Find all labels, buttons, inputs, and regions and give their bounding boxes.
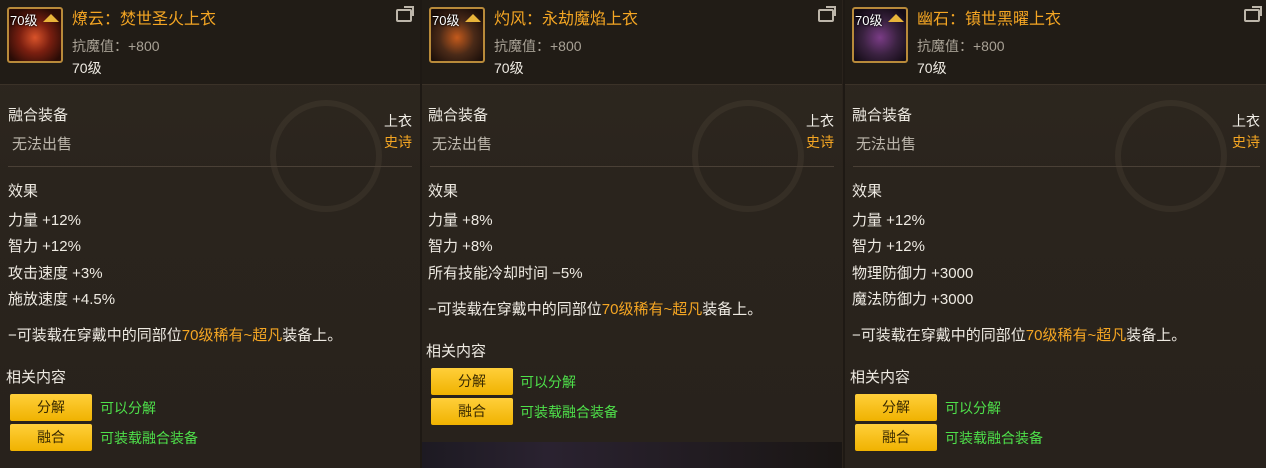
effect-header: 效果 <box>852 183 883 200</box>
note-text: 装备上。 <box>282 327 343 344</box>
stat-line: 攻击速度 +3% <box>8 265 103 282</box>
cannot-sell-text: 无法出售 <box>12 136 73 153</box>
slot-label: 上衣 <box>384 113 412 129</box>
tooltip-header: 70级 幽石：镇世黑曜上衣 抗魔值：+800 70级 <box>845 0 1266 85</box>
note-text: 装备上。 <box>702 301 763 318</box>
level-badge: 70级 <box>10 13 38 28</box>
tooltip-header: 70级 灼风：永劫魔焰上衣 抗魔值：+800 70级 <box>422 0 842 85</box>
disassemble-status: 可以分解 <box>100 400 156 416</box>
stat-line: 所有技能冷却时间 −5% <box>428 265 583 282</box>
stat-line: 物理防御力 +3000 <box>852 265 974 282</box>
item-icon[interactable]: 70级 <box>852 7 908 63</box>
item-level: 70级 <box>72 60 102 76</box>
stat-line: 力量 +12% <box>852 212 925 229</box>
fusion-header: 融合装备 <box>852 107 913 124</box>
crown-icon <box>888 14 904 22</box>
stat-line: 智力 +12% <box>852 238 925 255</box>
grade-label: 史诗 <box>1232 134 1260 150</box>
level-badge: 70级 <box>855 13 883 28</box>
resist-value: 抗魔值：+800 <box>917 38 1005 54</box>
note-highlight: 70级稀有~超凡 <box>1025 327 1127 344</box>
fuse-status: 可装载融合装备 <box>520 404 618 420</box>
resist-value: 抗魔值：+800 <box>494 38 582 54</box>
fuse-button[interactable]: 融合 <box>10 424 92 451</box>
background-emblem <box>692 100 804 212</box>
crown-icon <box>465 14 481 22</box>
cannot-sell-text: 无法出售 <box>432 136 493 153</box>
effect-header: 效果 <box>8 183 39 200</box>
tooltip-header: 70级 燎云：焚世圣火上衣 抗魔值：+800 70级 <box>0 0 420 85</box>
related-header: 相关内容 <box>850 369 911 386</box>
item-title: 燎云：焚世圣火上衣 <box>72 11 217 28</box>
note-text: −可装载在穿戴中的同部位 <box>8 327 182 344</box>
share-icon[interactable] <box>396 9 412 22</box>
stat-line: 智力 +12% <box>8 238 81 255</box>
level-badge: 70级 <box>432 13 460 28</box>
fuse-status: 可装载融合装备 <box>945 430 1043 446</box>
equip-note: −可装载在穿戴中的同部位70级稀有~超凡装备上。 <box>852 324 1186 345</box>
note-highlight: 70级稀有~超凡 <box>181 327 283 344</box>
divider <box>853 166 1260 167</box>
disassemble-button[interactable]: 分解 <box>10 394 92 421</box>
disassemble-button[interactable]: 分解 <box>431 368 513 395</box>
item-title: 幽石：镇世黑曜上衣 <box>917 11 1062 28</box>
item-title: 灼风：永劫魔焰上衣 <box>494 11 639 28</box>
disassemble-status: 可以分解 <box>945 400 1001 416</box>
effect-header: 效果 <box>428 183 459 200</box>
fusion-header: 融合装备 <box>8 107 69 124</box>
slot-label: 上衣 <box>806 113 834 129</box>
slot-label: 上衣 <box>1232 113 1260 129</box>
divider <box>430 166 834 167</box>
note-text: −可装载在穿戴中的同部位 <box>852 327 1026 344</box>
note-highlight: 70级稀有~超凡 <box>601 301 703 318</box>
share-icon[interactable] <box>1244 9 1260 22</box>
related-header: 相关内容 <box>6 369 67 386</box>
item-tooltip-panel: 70级 灼风：永劫魔焰上衣 抗魔值：+800 70级 融合装备 无法出售 上衣 … <box>420 0 842 468</box>
share-icon[interactable] <box>818 9 834 22</box>
stat-line: 力量 +12% <box>8 212 81 229</box>
item-level: 70级 <box>917 60 947 76</box>
background-strip <box>422 442 842 468</box>
note-text: −可装载在穿戴中的同部位 <box>428 301 602 318</box>
item-icon[interactable]: 70级 <box>7 7 63 63</box>
item-icon[interactable]: 70级 <box>429 7 485 63</box>
fuse-button[interactable]: 融合 <box>431 398 513 425</box>
crown-icon <box>43 14 59 22</box>
item-tooltip-panel: 70级 幽石：镇世黑曜上衣 抗魔值：+800 70级 融合装备 无法出售 上衣 … <box>843 0 1266 468</box>
fusion-header: 融合装备 <box>428 107 489 124</box>
cannot-sell-text: 无法出售 <box>856 136 917 153</box>
stat-line: 施放速度 +4.5% <box>8 291 116 308</box>
item-tooltip-panel: 70级 燎云：焚世圣火上衣 抗魔值：+800 70级 融合装备 无法出售 上衣 … <box>0 0 420 468</box>
background-emblem <box>1115 100 1227 212</box>
grade-label: 史诗 <box>806 134 834 150</box>
equip-note: −可装载在穿戴中的同部位70级稀有~超凡装备上。 <box>8 324 342 345</box>
background-emblem <box>270 100 382 212</box>
divider <box>8 166 412 167</box>
related-header: 相关内容 <box>426 343 487 360</box>
fuse-button[interactable]: 融合 <box>855 424 937 451</box>
stat-line: 智力 +8% <box>428 238 493 255</box>
disassemble-status: 可以分解 <box>520 374 576 390</box>
stat-line: 魔法防御力 +3000 <box>852 291 974 308</box>
note-text: 装备上。 <box>1126 327 1187 344</box>
disassemble-button[interactable]: 分解 <box>855 394 937 421</box>
grade-label: 史诗 <box>384 134 412 150</box>
item-level: 70级 <box>494 60 524 76</box>
fuse-status: 可装载融合装备 <box>100 430 198 446</box>
equip-note: −可装载在穿戴中的同部位70级稀有~超凡装备上。 <box>428 298 762 319</box>
resist-value: 抗魔值：+800 <box>72 38 160 54</box>
stat-line: 力量 +8% <box>428 212 493 229</box>
